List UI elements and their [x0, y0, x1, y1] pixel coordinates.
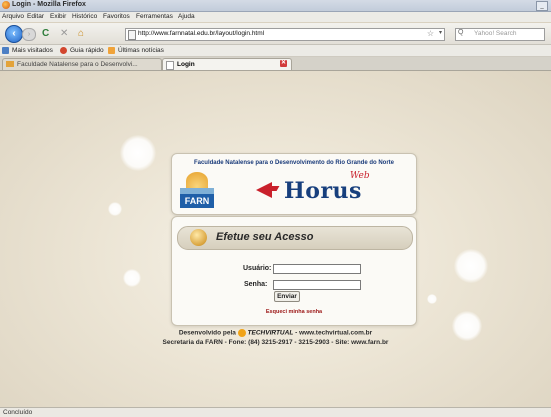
bookmark-guia-rapido[interactable]: Guia rápido: [70, 47, 104, 54]
institution-header: Faculdade Natalense para o Desenvolvimen…: [171, 153, 417, 215]
tab-strip: Faculdade Natalense para o Desenvolvi...…: [0, 57, 551, 71]
institution-name: Faculdade Natalense para o Desenvolvimen…: [193, 160, 395, 166]
search-box[interactable]: Q Yahoo! Search: [455, 28, 545, 41]
url-bar[interactable]: http://www.farnnatal.edu.br/layout/login…: [125, 28, 445, 41]
footer-dev-prefix: Desenvolvido pela: [178, 329, 236, 337]
menu-ferramentas[interactable]: Ferramentas: [136, 13, 173, 20]
guide-icon: [60, 47, 67, 54]
decorative-bubble: [108, 202, 122, 216]
farn-logo: FARN: [180, 170, 214, 208]
tab-close-icon[interactable]: ✕: [280, 60, 287, 67]
tab-faculdade[interactable]: Faculdade Natalense para o Desenvolvi...: [2, 58, 162, 70]
farn-logo-text: FARN: [180, 194, 214, 208]
search-engine-icon[interactable]: Q: [458, 29, 463, 36]
window-titlebar: Login - Mozilla Firefox _: [0, 0, 551, 12]
horus-logo-text: Horus: [284, 178, 362, 204]
page-content: Faculdade Natalense para o Desenvolvimen…: [0, 71, 551, 407]
url-dropdown-icon[interactable]: ▾: [439, 29, 442, 36]
bookmarks-toolbar: Mais visitados Guia rápido Últimas notíc…: [0, 45, 551, 57]
password-label: Senha:: [244, 281, 268, 288]
tab-favicon: [6, 61, 14, 67]
decorative-bubble: [123, 269, 141, 287]
footer-brand[interactable]: TECHVIRTUAL: [248, 330, 294, 337]
menu-favoritos[interactable]: Favoritos: [103, 13, 130, 20]
login-orb-icon: [190, 229, 207, 246]
menu-bar: Arquivo Editar Exibir Histórico Favorito…: [0, 12, 551, 22]
techvirtual-icon: [237, 329, 246, 337]
decorative-bubble: [454, 249, 488, 283]
window-title: Login - Mozilla Firefox: [12, 1, 86, 8]
menu-editar[interactable]: Editar: [27, 13, 44, 20]
reload-button[interactable]: C: [42, 28, 49, 39]
stop-button[interactable]: ✕: [60, 28, 68, 39]
menu-arquivo[interactable]: Arquivo: [2, 13, 24, 20]
menu-exibir[interactable]: Exibir: [50, 13, 66, 20]
login-form: Efetue seu Acesso Usuário: Senha: Enviar…: [171, 216, 417, 326]
url-text: http://www.farnnatal.edu.br/layout/login…: [138, 30, 265, 37]
forward-button[interactable]: ›: [22, 28, 36, 41]
decorative-bubble: [427, 294, 437, 304]
bookmark-ultimas-noticias[interactable]: Últimas notícias: [118, 47, 164, 54]
minimize-button[interactable]: _: [536, 1, 548, 11]
menu-historico[interactable]: Histórico: [72, 13, 97, 20]
password-input[interactable]: [273, 280, 361, 290]
horus-web-text: Web: [350, 171, 370, 181]
page-icon: [128, 30, 136, 40]
login-header: Efetue seu Acesso: [177, 226, 413, 250]
navigation-toolbar: ‹ › C ✕ ⌂ http://www.farnnatal.edu.br/la…: [0, 23, 551, 45]
tab-login[interactable]: Login ✕: [162, 58, 292, 70]
footer-developer: Desenvolvido pela TECHVIRTUAL - www.tech…: [0, 329, 551, 337]
tab-label: Faculdade Natalense para o Desenvolvi...: [17, 61, 138, 68]
bookmark-folder-icon: [2, 47, 9, 54]
rss-icon: [108, 47, 115, 54]
username-input[interactable]: [273, 264, 361, 274]
home-button[interactable]: ⌂: [78, 28, 84, 39]
firefox-icon: [2, 1, 10, 9]
login-title: Efetue seu Acesso: [216, 231, 314, 243]
footer-dev-suffix: - www.techvirtual.com.br: [293, 329, 373, 337]
menu-ajuda[interactable]: Ajuda: [178, 13, 195, 20]
back-button[interactable]: ‹: [5, 25, 23, 43]
footer-contact: Secretaria da FARN - Fone: (84) 3215-291…: [162, 339, 389, 346]
submit-button[interactable]: Enviar: [274, 291, 300, 302]
username-label: Usuário:: [243, 265, 272, 272]
tab-label: Login: [177, 61, 195, 68]
horus-arrow-bar: [262, 186, 280, 191]
tab-page-icon: [166, 61, 174, 70]
decorative-bubble: [120, 135, 156, 171]
forgot-password-link[interactable]: Esqueci minha senha: [172, 309, 416, 315]
status-text: Concluído: [3, 409, 33, 416]
horus-web-logo: Horus Web: [252, 171, 392, 206]
search-input[interactable]: Yahoo! Search: [474, 30, 517, 37]
bookmark-star-icon[interactable]: ☆: [427, 29, 434, 38]
bookmark-mais-visitados[interactable]: Mais visitados: [12, 47, 53, 54]
